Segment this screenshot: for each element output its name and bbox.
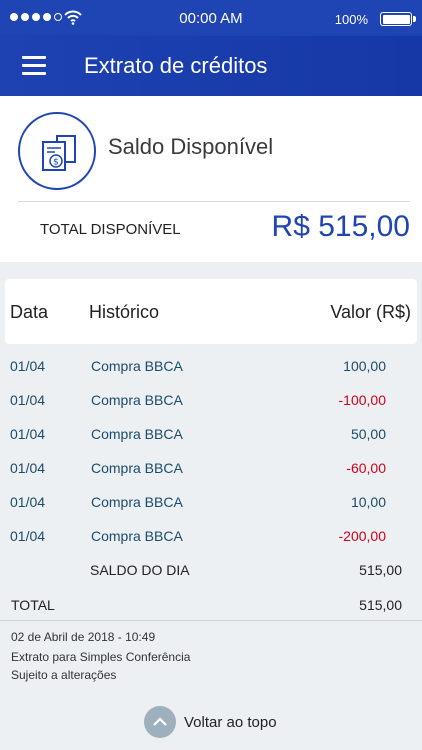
row-value: 50,00	[350, 426, 386, 442]
statement-list[interactable]: Data Histórico Valor (R$) 01/04 Compra B…	[0, 262, 422, 750]
row-history: Compra BBCA	[91, 426, 183, 442]
row-history: Compra BBCA	[91, 460, 183, 476]
row-date: 01/04	[10, 358, 46, 374]
back-to-top-label: Voltar ao topo	[184, 713, 277, 731]
row-value: -60,00	[346, 460, 386, 476]
total-label: TOTAL	[11, 597, 55, 613]
document-money-icon: $	[18, 112, 96, 190]
status-bar: 00:00 AM 100%	[0, 0, 422, 36]
table-row: 01/04 Compra BBCA 50,00	[0, 418, 422, 452]
total-available-value: R$ 515,00	[271, 210, 410, 243]
table-header: Data Histórico Valor (R$)	[5, 279, 417, 344]
row-date: 01/04	[10, 392, 46, 408]
row-value: 100,00	[343, 358, 386, 374]
chevron-up-icon	[144, 706, 176, 738]
page-title: Extrato de créditos	[84, 53, 268, 78]
total-available-label: TOTAL DISPONÍVEL	[40, 221, 181, 238]
divider	[0, 620, 422, 621]
row-history: Compra BBCA	[91, 392, 183, 408]
day-balance-value: 515,00	[359, 562, 402, 578]
table-row: 01/04 Compra BBCA -200,00	[0, 520, 422, 554]
total-row: TOTAL 515,00	[0, 589, 422, 623]
day-balance-label: SALDO DO DIA	[90, 562, 190, 578]
table-row: 01/04 Compra BBCA -100,00	[0, 384, 422, 418]
row-date: 01/04	[10, 426, 46, 442]
menu-icon[interactable]	[22, 56, 46, 76]
column-header-value: Valor (R$)	[330, 302, 411, 322]
divider	[18, 201, 410, 202]
row-date: 01/04	[10, 528, 46, 544]
row-history: Compra BBCA	[91, 494, 183, 510]
row-value: -200,00	[338, 528, 386, 544]
row-value: -100,00	[338, 392, 386, 408]
svg-text:$: $	[53, 158, 59, 168]
day-balance-row: SALDO DO DIA 515,00	[0, 554, 422, 588]
column-header-date: Data	[10, 302, 49, 322]
app-header: Extrato de créditos	[0, 36, 422, 96]
statement-timestamp: 02 de Abril de 2018 - 10:49	[11, 630, 156, 644]
row-value: 10,00	[350, 494, 386, 510]
table-row: 01/04 Compra BBCA -60,00	[0, 452, 422, 486]
total-value: 515,00	[359, 597, 402, 613]
row-history: Compra BBCA	[91, 528, 183, 544]
table-row: 01/04 Compra BBCA 10,00	[0, 486, 422, 520]
balance-card: $ Saldo Disponível TOTAL DISPONÍVEL R$ 5…	[0, 96, 422, 260]
balance-title: Saldo Disponível	[108, 134, 274, 159]
column-header-history: Histórico	[89, 302, 160, 322]
row-history: Compra BBCA	[91, 358, 183, 374]
row-date: 01/04	[10, 494, 46, 510]
statement-disclaimer: Sujeito a alterações	[11, 668, 117, 682]
battery-icon	[380, 12, 416, 26]
table-row: 01/04 Compra BBCA 100,00	[0, 350, 422, 384]
battery-percent: 100%	[334, 12, 368, 27]
statement-note: Extrato para Simples Conferência	[11, 650, 191, 664]
row-date: 01/04	[10, 460, 46, 476]
back-to-top-button[interactable]: Voltar ao topo	[144, 706, 277, 738]
